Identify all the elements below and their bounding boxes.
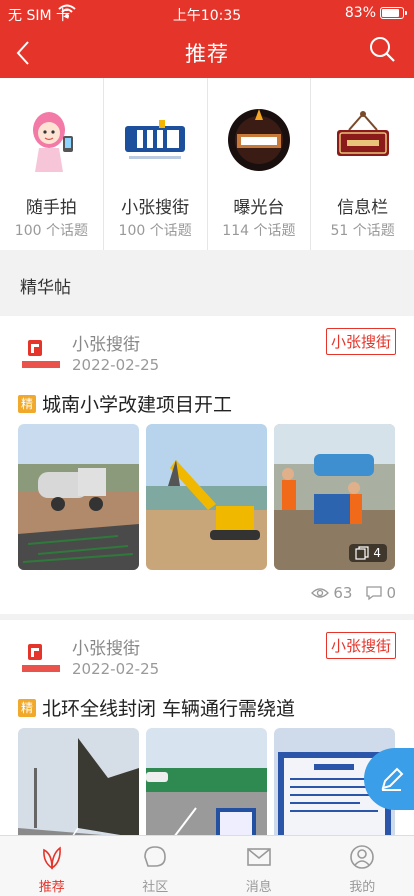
tab-label: 我的	[349, 880, 376, 895]
topic-item-suishoupai[interactable]: 随手拍 100 个话题	[0, 78, 104, 250]
pencil-icon	[381, 767, 404, 791]
header: 无 SIM 卡 上午10:35 83% 推荐	[0, 0, 414, 78]
topic-name: 信息栏	[337, 198, 389, 218]
mail-icon	[246, 848, 271, 866]
tab-recommend[interactable]: 推荐	[0, 836, 104, 896]
topic-name: 小张搜街	[121, 198, 190, 218]
comment-icon	[366, 586, 383, 601]
battery-percent: 83%	[344, 5, 376, 21]
leaf-icon	[42, 846, 61, 870]
post-author: 小张搜街	[72, 639, 140, 659]
view-stat: 63	[311, 584, 352, 602]
post-title[interactable]: 精 北环全线封闭 车辆通行需绕道	[18, 694, 295, 721]
featured-badge: 精	[18, 394, 36, 413]
view-count: 63	[333, 584, 353, 602]
search-icon[interactable]	[368, 35, 396, 65]
post-author: 小张搜街	[72, 335, 140, 355]
topic-item-xiaozhangsoujie[interactable]: 小张搜街 100 个话题	[104, 78, 208, 250]
post-photo[interactable]	[146, 424, 267, 570]
comment-count: 0	[386, 584, 396, 602]
topic-count: 51 个话题	[330, 223, 395, 239]
comment-stat[interactable]: 0	[366, 584, 396, 602]
section-title: 精华帖	[20, 278, 71, 298]
topic-item-xinxilan[interactable]: 信息栏 51 个话题	[311, 78, 414, 250]
status-bar: 无 SIM 卡 上午10:35 83%	[0, 0, 414, 28]
page-title: 推荐	[185, 42, 229, 66]
tab-messages[interactable]: 消息	[207, 836, 311, 896]
post-date: 2022-02-25	[72, 356, 160, 374]
photo-grid: 4	[18, 424, 396, 570]
channel-tag[interactable]: 小张搜街	[325, 632, 396, 659]
navbar: 推荐	[0, 28, 414, 78]
post-title-text: 北环全线封闭 车辆通行需绕道	[42, 698, 296, 720]
topic-item-baoguangtai[interactable]: 曝光台 114 个话题	[208, 78, 312, 250]
post-card[interactable]: 小张搜街 2022-02-25 小张搜街 精 北环全线封闭 车辆通行需绕道	[0, 620, 414, 874]
battery-icon	[380, 7, 407, 19]
user-icon	[350, 845, 375, 869]
spotlight-logo-icon	[227, 109, 290, 171]
gallery-icon	[355, 546, 369, 560]
tab-profile[interactable]: 我的	[311, 836, 414, 896]
channel-tag[interactable]: 小张搜街	[325, 328, 396, 355]
publisher-logo-icon	[22, 340, 60, 368]
signboard-icon	[336, 111, 389, 156]
post-card[interactable]: 小张搜街 2022-02-25 小张搜街 精 城南小学改建项目开工 4 63 0	[0, 316, 414, 614]
eye-icon	[311, 588, 330, 598]
post-photo[interactable]: 4	[274, 424, 395, 570]
post-title-text: 城南小学改建项目开工	[42, 394, 233, 416]
soujie-logo-icon	[125, 120, 186, 159]
topic-count: 100 个话题	[118, 223, 192, 239]
photo-count-badge: 4	[349, 544, 387, 562]
post-date: 2022-02-25	[72, 660, 160, 678]
community-icon	[144, 846, 167, 867]
topic-count: 114 个话题	[222, 223, 296, 239]
post-title[interactable]: 精 城南小学改建项目开工	[18, 390, 232, 417]
publisher-logo-icon	[22, 644, 60, 672]
tab-community[interactable]: 社区	[104, 836, 208, 896]
post-photo[interactable]	[18, 424, 139, 570]
photo-count: 4	[373, 546, 381, 560]
tab-label: 社区	[142, 880, 169, 895]
topic-grid: 随手拍 100 个话题 小张搜街 100 个话题 曝光台 114 个话题 信息栏…	[0, 78, 414, 250]
tab-label: 消息	[245, 880, 272, 895]
featured-badge: 精	[18, 698, 36, 717]
post-stats: 63 0	[311, 584, 396, 602]
girl-camera-icon	[33, 112, 74, 172]
tab-label: 推荐	[38, 880, 65, 895]
topic-name: 曝光台	[233, 198, 285, 218]
tab-bar: 推荐 社区 消息 我的	[0, 835, 414, 896]
topic-name: 随手拍	[25, 198, 77, 218]
topic-count: 100 个话题	[14, 223, 88, 239]
battery-status: 83%	[344, 5, 407, 21]
